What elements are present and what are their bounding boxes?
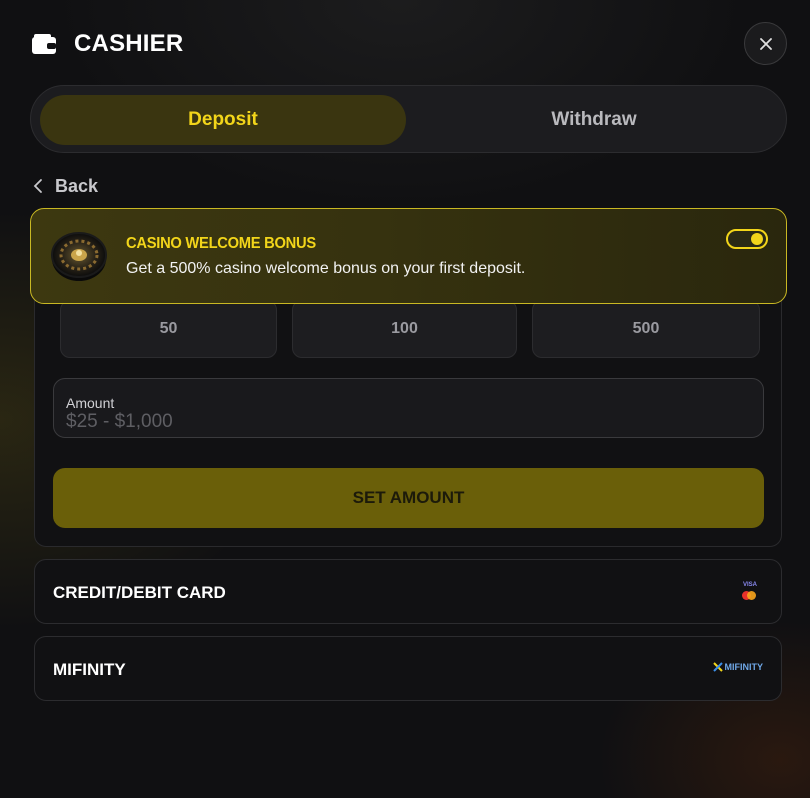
payment-method-mifinity[interactable]: MIFINITY MIFINITY bbox=[34, 636, 782, 701]
tab-withdraw[interactable]: Withdraw bbox=[411, 95, 777, 145]
preset-amount-button[interactable]: 100 bbox=[292, 300, 517, 358]
mifinity-logo-text: MIFINITY bbox=[724, 662, 764, 672]
cashier-header: CASHIER bbox=[32, 26, 810, 62]
back-label: Back bbox=[55, 175, 99, 196]
preset-amount-button[interactable]: 50 bbox=[60, 300, 277, 358]
close-button[interactable] bbox=[744, 22, 787, 65]
page-title: CASHIER bbox=[74, 30, 184, 57]
visa-mastercard-icon: VISA bbox=[741, 582, 759, 602]
cashier-tabs: Deposit Withdraw bbox=[30, 85, 787, 153]
visa-logo-text: VISA bbox=[743, 582, 758, 588]
wallet-icon bbox=[32, 34, 56, 54]
roulette-wheel-icon bbox=[51, 232, 107, 281]
amount-placeholder: $25 - $1,000 bbox=[66, 411, 173, 432]
close-icon bbox=[759, 37, 772, 50]
back-button[interactable]: Back bbox=[33, 174, 98, 198]
method-label: CREDIT/DEBIT CARD bbox=[53, 583, 226, 602]
amount-label: Amount bbox=[66, 395, 115, 411]
method-label: MIFINITY bbox=[53, 660, 126, 679]
tab-deposit[interactable]: Deposit bbox=[40, 95, 406, 145]
mifinity-logo-icon: MIFINITY bbox=[712, 662, 764, 672]
set-amount-button[interactable]: SET AMOUNT bbox=[53, 468, 764, 528]
welcome-bonus-card: CASINO WELCOME BONUS Get a 500% casino w… bbox=[30, 208, 787, 304]
amount-input[interactable]: Amount $25 - $1,000 bbox=[53, 378, 764, 438]
bonus-description: Get a 500% casino welcome bonus on your … bbox=[126, 260, 526, 277]
payment-method-credit-card[interactable]: CREDIT/DEBIT CARD VISA bbox=[34, 559, 782, 624]
bonus-toggle[interactable] bbox=[726, 229, 768, 249]
mifinity-x-icon bbox=[712, 662, 723, 672]
bonus-title: CASINO WELCOME BONUS bbox=[126, 235, 316, 252]
preset-amount-button[interactable]: 500 bbox=[532, 300, 760, 358]
chevron-left-icon bbox=[33, 179, 42, 193]
toggle-knob bbox=[751, 233, 763, 245]
